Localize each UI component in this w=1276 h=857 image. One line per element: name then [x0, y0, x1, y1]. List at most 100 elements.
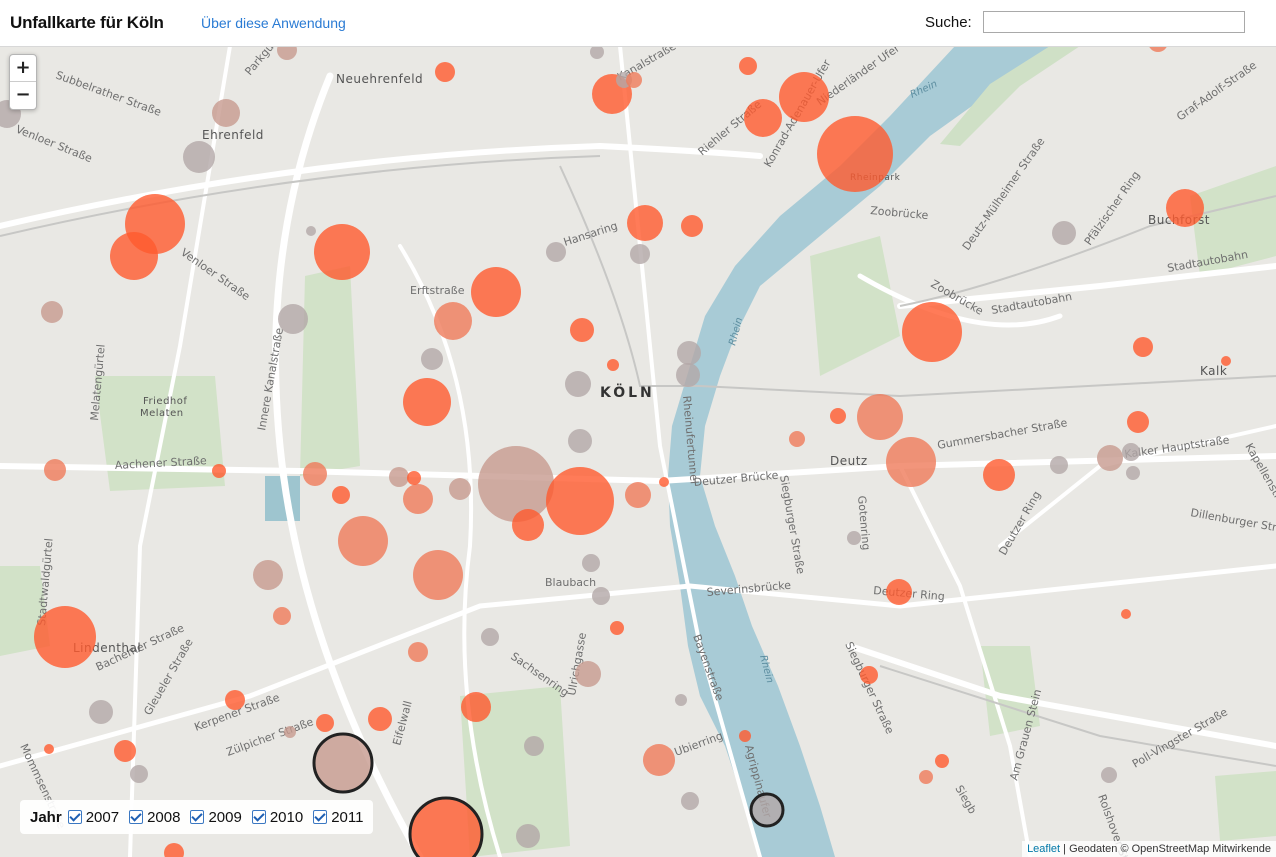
accident-marker[interactable]	[610, 621, 624, 635]
accident-marker[interactable]	[592, 587, 610, 605]
map-canvas[interactable]: Subbelrather Straße Venloer Straße Parkg…	[0, 46, 1276, 857]
accident-marker[interactable]	[739, 57, 757, 75]
accident-marker[interactable]	[1101, 767, 1117, 783]
accident-marker[interactable]	[582, 554, 600, 572]
accident-marker[interactable]	[130, 765, 148, 783]
accident-marker[interactable]	[886, 579, 912, 605]
accident-marker[interactable]	[1121, 609, 1131, 619]
accident-marker[interactable]	[435, 62, 455, 82]
accident-marker[interactable]	[1166, 189, 1204, 227]
accident-marker[interactable]	[225, 690, 245, 710]
accident-marker[interactable]	[316, 714, 334, 732]
accident-marker[interactable]	[403, 378, 451, 426]
search-input[interactable]	[983, 11, 1245, 33]
accident-marker[interactable]	[434, 302, 472, 340]
accident-marker[interactable]	[1097, 445, 1123, 471]
accident-marker[interactable]	[681, 792, 699, 810]
accident-marker[interactable]	[568, 429, 592, 453]
accident-marker[interactable]	[284, 726, 296, 738]
accident-marker[interactable]	[164, 843, 184, 857]
accident-marker[interactable]	[590, 46, 604, 59]
accident-marker[interactable]	[625, 482, 651, 508]
checkbox-icon[interactable]	[313, 810, 328, 824]
year-filter-2011[interactable]: 2011	[313, 809, 363, 826]
year-filter-2007[interactable]: 2007	[67, 809, 119, 826]
about-link[interactable]: Über diese Anwendung	[201, 15, 346, 31]
accident-marker[interactable]	[857, 394, 903, 440]
accident-marker[interactable]	[403, 484, 433, 514]
accident-marker[interactable]	[902, 302, 962, 362]
accident-marker[interactable]	[626, 72, 642, 88]
accident-marker[interactable]	[41, 301, 63, 323]
accident-marker[interactable]	[1052, 221, 1076, 245]
year-filter-2008[interactable]: 2008	[129, 809, 180, 826]
accident-marker[interactable]	[886, 437, 936, 487]
accident-marker[interactable]	[1221, 356, 1231, 366]
accident-marker[interactable]	[676, 363, 700, 387]
accident-marker[interactable]	[546, 467, 614, 535]
accident-marker[interactable]	[278, 304, 308, 334]
accident-marker[interactable]	[1127, 411, 1149, 433]
accident-marker[interactable]	[332, 486, 350, 504]
accident-marker[interactable]	[739, 730, 751, 742]
checkbox-icon[interactable]	[190, 810, 205, 824]
accident-marker[interactable]	[749, 792, 785, 828]
leaflet-link[interactable]: Leaflet	[1027, 843, 1060, 855]
checkbox-icon[interactable]	[67, 810, 82, 824]
accident-marker[interactable]	[847, 531, 861, 545]
accident-marker[interactable]	[306, 226, 316, 236]
accident-marker[interactable]	[312, 732, 374, 794]
accident-marker[interactable]	[421, 348, 443, 370]
zoom-out-button[interactable]: −	[10, 82, 36, 108]
accident-marker[interactable]	[1122, 443, 1140, 461]
accident-marker[interactable]	[935, 754, 949, 768]
checkbox-icon[interactable]	[251, 810, 266, 824]
accident-marker[interactable]	[89, 700, 113, 724]
accident-marker[interactable]	[546, 242, 566, 262]
accident-marker[interactable]	[817, 116, 893, 192]
accident-marker[interactable]	[607, 359, 619, 371]
year-filter-2010[interactable]: 2010	[251, 809, 303, 826]
accident-marker[interactable]	[44, 459, 66, 481]
accident-marker[interactable]	[461, 692, 491, 722]
accident-marker[interactable]	[643, 744, 675, 776]
accident-marker[interactable]	[983, 459, 1015, 491]
accident-marker[interactable]	[512, 509, 544, 541]
accident-marker[interactable]	[478, 446, 554, 522]
accident-marker[interactable]	[368, 707, 392, 731]
accident-marker[interactable]	[303, 462, 327, 486]
accident-marker[interactable]	[516, 824, 540, 848]
accident-marker[interactable]	[919, 770, 933, 784]
accident-marker[interactable]	[1126, 466, 1140, 480]
accident-marker[interactable]	[675, 694, 687, 706]
accident-marker[interactable]	[830, 408, 846, 424]
accident-marker[interactable]	[408, 642, 428, 662]
accident-marker[interactable]	[407, 471, 421, 485]
accident-marker[interactable]	[277, 46, 297, 60]
accident-marker[interactable]	[338, 516, 388, 566]
accident-marker[interactable]	[449, 478, 471, 500]
accident-marker[interactable]	[253, 560, 283, 590]
accident-marker[interactable]	[110, 232, 158, 280]
accident-marker[interactable]	[630, 244, 650, 264]
accident-marker[interactable]	[681, 215, 703, 237]
accident-marker[interactable]	[273, 607, 291, 625]
accident-marker[interactable]	[575, 661, 601, 687]
accident-marker[interactable]	[570, 318, 594, 342]
accident-marker[interactable]	[314, 224, 370, 280]
accident-marker[interactable]	[114, 740, 136, 762]
accident-marker[interactable]	[34, 606, 96, 668]
accident-marker[interactable]	[627, 205, 663, 241]
accident-marker[interactable]	[789, 431, 805, 447]
accident-marker[interactable]	[389, 467, 409, 487]
checkbox-icon[interactable]	[129, 810, 144, 824]
accident-marker[interactable]	[860, 666, 878, 684]
accident-marker[interactable]	[744, 99, 782, 137]
accident-marker[interactable]	[1050, 456, 1068, 474]
accident-marker[interactable]	[212, 99, 240, 127]
accident-marker[interactable]	[524, 736, 544, 756]
zoom-in-button[interactable]: +	[10, 55, 36, 82]
accident-marker[interactable]	[779, 72, 829, 122]
accident-marker[interactable]	[565, 371, 591, 397]
accident-marker[interactable]	[677, 341, 701, 365]
